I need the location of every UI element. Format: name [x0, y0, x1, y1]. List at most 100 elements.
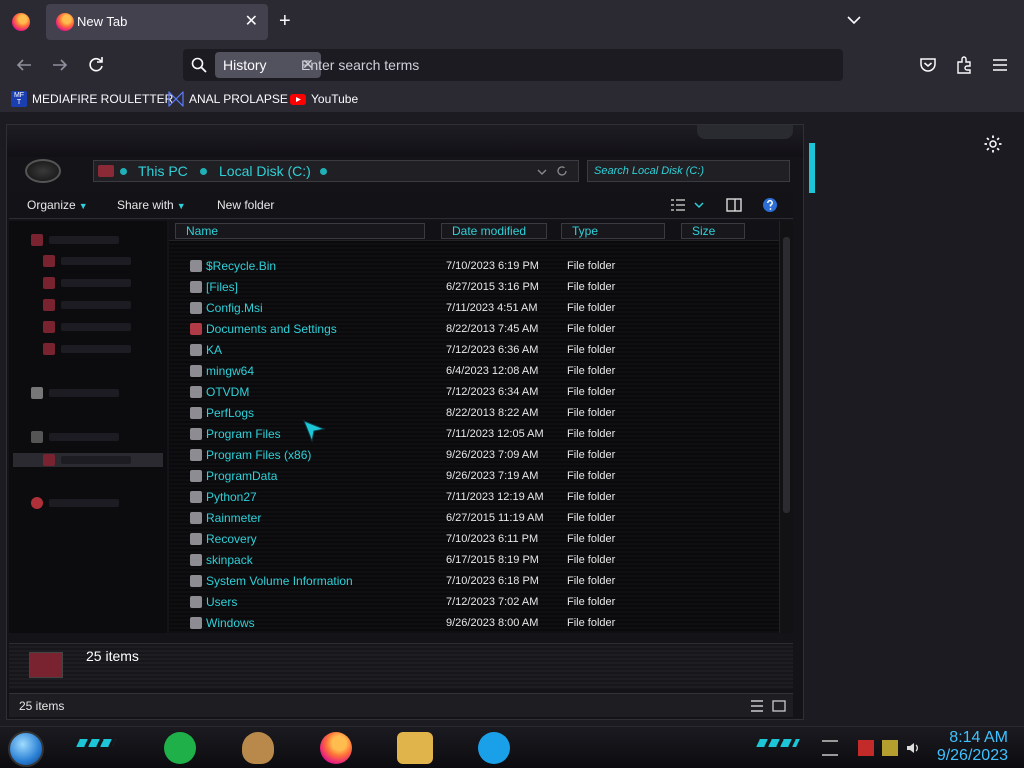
help-icon[interactable] [761, 196, 779, 214]
extensions-icon[interactable] [954, 55, 974, 75]
table-row[interactable]: $Recycle.Bin 7/10/2023 6:19 PM File folder [169, 257, 779, 278]
column-date-modified[interactable]: Date modified [441, 223, 547, 239]
nav-item[interactable] [31, 431, 151, 445]
column-type[interactable]: Type [561, 223, 665, 239]
nav-item[interactable] [43, 343, 163, 357]
nav-item[interactable] [43, 277, 163, 291]
show-hidden-icons-icon[interactable] [822, 740, 838, 756]
table-row[interactable]: OTVDM 7/12/2023 6:34 AM File folder [169, 383, 779, 404]
table-row[interactable]: [Files] 6/27/2015 3:16 PM File folder [169, 278, 779, 299]
gear-icon[interactable] [983, 134, 1003, 154]
table-row[interactable]: Users 7/12/2023 7:02 AM File folder [169, 593, 779, 614]
folder-icon [190, 554, 202, 566]
table-row[interactable]: System Volume Information 7/10/2023 6:18 … [169, 572, 779, 593]
skype-icon[interactable] [478, 732, 510, 764]
table-row[interactable]: Python27 7/11/2023 12:19 AM File folder [169, 488, 779, 509]
new-folder-button[interactable]: New folder [217, 198, 274, 212]
bookmark-anal-prolapse[interactable]: ANAL PROLAPSE [168, 90, 288, 108]
bookmark-mediafire-rouletter[interactable]: MF T MEDIAFIRE ROULETTER [11, 90, 173, 108]
details-view-icon[interactable] [749, 698, 765, 714]
reload-icon[interactable] [85, 54, 107, 76]
breadcrumb-this-pc[interactable]: This PC [138, 163, 188, 179]
file-type: File folder [567, 596, 616, 608]
preview-pane-icon[interactable] [725, 196, 743, 214]
table-row[interactable]: Recovery 7/10/2023 6:11 PM File folder [169, 530, 779, 551]
scrollbar-thumb[interactable] [783, 237, 790, 513]
security-alert-icon[interactable] [858, 740, 874, 756]
back-orb-button[interactable] [25, 159, 61, 183]
bookmark-label: YouTube [311, 92, 359, 106]
search-input[interactable] [301, 54, 821, 76]
column-name[interactable]: Name [175, 223, 425, 239]
tab-new-tab[interactable]: New Tab ✕ [46, 4, 268, 40]
chevron-down-icon[interactable] [846, 12, 862, 28]
nav-item[interactable] [43, 255, 163, 269]
table-row[interactable]: Rainmeter 6/27/2015 11:19 AM File folder [169, 509, 779, 530]
homegroup-icon [31, 387, 43, 399]
file-type: File folder [567, 281, 616, 293]
nav-item[interactable] [43, 299, 163, 313]
file-explorer-window: This PC Local Disk (C:) Search Local Dis… [6, 124, 815, 720]
share-with-button[interactable]: Share with ▼ [117, 198, 186, 212]
table-row[interactable]: Program Files 7/11/2023 12:05 AM File fold… [169, 425, 779, 446]
pocket-icon[interactable] [918, 55, 938, 75]
table-row[interactable]: Documents and Settings 8/22/2013 7:45 AM F… [169, 320, 779, 341]
large-icons-view-icon[interactable] [771, 698, 787, 714]
tab-bar: New Tab ✕ + [0, 0, 1024, 44]
vertical-scrollbar[interactable] [779, 221, 793, 633]
column-size[interactable]: Size [681, 223, 745, 239]
share-with-label: Share with [117, 198, 174, 212]
search-local-disk-input[interactable]: Search Local Disk (C:) [587, 160, 790, 182]
bookmarks-toolbar: MF T MEDIAFIRE ROULETTER ANAL PROLAPSE Y… [0, 86, 1024, 112]
nav-item[interactable] [31, 234, 151, 248]
breadcrumb-local-disk[interactable]: Local Disk (C:) [219, 163, 311, 179]
tab-title: New Tab [77, 14, 128, 29]
table-row[interactable]: Windows 9/26/2023 8:00 AM File folder [169, 614, 779, 633]
table-row[interactable]: Config.Msi 7/11/2023 4:51 AM File folder [169, 299, 779, 320]
view-options-icon[interactable] [669, 196, 687, 214]
hamburger-menu-icon[interactable] [990, 55, 1010, 75]
nav-item[interactable] [31, 497, 151, 511]
file-type: File folder [567, 302, 616, 314]
url-bar[interactable]: History ✕ [183, 49, 843, 81]
file-name: $Recycle.Bin [206, 259, 277, 273]
refresh-icon[interactable] [556, 165, 568, 177]
folder-icon [31, 234, 43, 246]
table-row[interactable]: PerfLogs 8/22/2013 8:22 AM File folder [169, 404, 779, 425]
spotify-like-icon[interactable] [164, 732, 196, 764]
volume-icon[interactable] [905, 740, 921, 756]
file-date: 9/26/2023 7:09 AM [446, 449, 539, 461]
nav-item[interactable] [43, 454, 163, 468]
file-explorer-icon[interactable] [397, 732, 433, 764]
system-clock[interactable]: 8:14 AM 9/26/2023 [937, 729, 1008, 765]
column-header-row: Name Date modified Type Size [169, 221, 779, 241]
network-status-icon[interactable] [882, 740, 898, 756]
address-bar[interactable]: This PC Local Disk (C:) [93, 160, 579, 182]
chevron-down-icon[interactable] [693, 196, 705, 214]
table-row[interactable]: ProgramData 9/26/2023 7:19 AM File folder [169, 467, 779, 488]
nav-label [61, 345, 131, 353]
file-type: File folder [567, 323, 616, 335]
firefox-view-icon[interactable] [12, 13, 30, 31]
bookmark-youtube[interactable]: YouTube [290, 90, 358, 108]
nav-item[interactable] [31, 387, 151, 401]
start-orb-button[interactable] [8, 731, 44, 767]
firefox-icon[interactable] [320, 732, 352, 764]
chevron-down-icon[interactable] [536, 166, 548, 178]
forward-arrow-icon[interactable] [49, 54, 71, 76]
table-row[interactable]: skinpack 6/17/2015 8:19 PM File folder [169, 551, 779, 572]
close-tab-icon[interactable]: ✕ [245, 11, 258, 31]
money-bag-icon[interactable] [242, 732, 274, 764]
table-row[interactable]: mingw64 6/4/2023 12:08 AM File folder [169, 362, 779, 383]
file-date: 7/12/2023 6:34 AM [446, 386, 539, 398]
nav-label [61, 301, 131, 309]
breadcrumb-separator [200, 168, 207, 175]
table-row[interactable]: KA 7/12/2023 6:36 AM File folder [169, 341, 779, 362]
table-row[interactable]: Program Files (x86) 9/26/2023 7:09 AM File… [169, 446, 779, 467]
bookmark-glyph-icon [168, 91, 184, 107]
nav-item[interactable] [43, 321, 163, 335]
organize-button[interactable]: Organize ▼ [27, 198, 88, 212]
back-arrow-icon[interactable] [13, 54, 35, 76]
folder-icon [190, 386, 202, 398]
new-tab-button[interactable]: + [279, 9, 291, 33]
